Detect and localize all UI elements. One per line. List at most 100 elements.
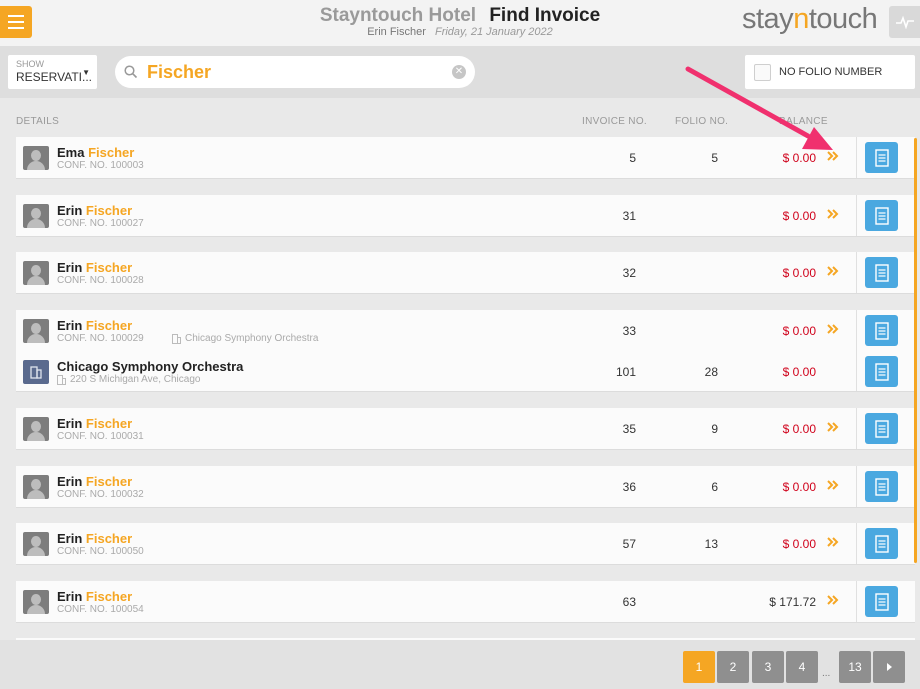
invoice-number: 63 [622, 595, 636, 609]
guest-name: Erin Fischer [57, 416, 133, 431]
invoice-row[interactable]: Erin Fischer CONF. NO. 100031 35 9 $ 0.0… [16, 408, 915, 450]
invoice-row[interactable]: Ema Fischer CONF. NO. 100003 5 5 $ 0.00 [16, 137, 915, 179]
column-header-details: DETAILS [16, 116, 60, 127]
folio-number: 6 [711, 480, 718, 494]
no-folio-checkbox[interactable] [754, 64, 771, 81]
app-header: Stayntouch Hotel Find Invoice Erin Fisch… [0, 0, 920, 46]
column-header-balance: BALANCE [779, 116, 828, 127]
invoice-list: Ema Fischer CONF. NO. 100003 5 5 $ 0.00 … [0, 130, 920, 640]
confirmation-number: CONF. NO. 100028 [57, 275, 144, 286]
invoice-icon [874, 419, 889, 438]
invoice-button[interactable] [865, 356, 898, 387]
invoice-row-group: Erin Fischer CONF. NO. 100029 Chicago Sy… [16, 310, 915, 392]
invoice-number: 101 [615, 365, 636, 379]
invoice-button[interactable] [865, 142, 898, 173]
double-chevron-right-icon[interactable] [826, 592, 840, 608]
invoice-button[interactable] [865, 586, 898, 617]
confirmation-number: CONF. NO. 100050 [57, 546, 144, 557]
guest-name: Erin Fischer [57, 260, 133, 275]
page-button-3[interactable]: 3 [752, 651, 784, 683]
building-icon [172, 333, 181, 344]
folio-number: 5 [711, 151, 718, 165]
company-invoice-row[interactable]: Chicago Symphony Orchestra 220 S Michiga… [16, 351, 915, 392]
invoice-number: 31 [622, 209, 636, 223]
confirmation-number: CONF. NO. 100032 [57, 489, 144, 500]
column-header-invoice: INVOICE NO. [582, 116, 647, 127]
folio-number: 28 [704, 365, 718, 379]
folio-number: 13 [704, 537, 718, 551]
guest-avatar-icon [23, 590, 49, 614]
double-chevron-right-icon[interactable] [826, 321, 840, 337]
confirmation-number: CONF. NO. 100003 [57, 160, 144, 171]
guest-avatar-icon [23, 261, 49, 285]
folio-number: 9 [711, 422, 718, 436]
linked-company: Chicago Symphony Orchestra [172, 333, 318, 344]
hotel-name: Stayntouch Hotel [319, 5, 477, 26]
invoice-number: 35 [622, 422, 636, 436]
search-input[interactable] [147, 59, 447, 85]
double-chevron-right-icon[interactable] [826, 148, 840, 164]
invoice-icon [874, 206, 889, 225]
invoice-icon [874, 263, 889, 282]
page-button-1[interactable]: 1 [683, 651, 715, 683]
invoice-row[interactable]: Erin Fischer CONF. NO. 100028 32 $ 0.00 [16, 252, 915, 294]
invoice-icon [874, 321, 889, 340]
user-name: Erin Fischer [367, 26, 426, 38]
invoice-icon [874, 148, 889, 167]
balance: $ 0.00 [782, 537, 816, 551]
balance: $ 0.00 [782, 324, 816, 338]
invoice-row[interactable]: Erin Fischer CONF. NO. 100027 31 $ 0.00 [16, 195, 915, 237]
balance: $ 0.00 [782, 209, 816, 223]
show-filter-select[interactable]: SHOW RESERVATI... ▼ [8, 55, 97, 89]
guest-name: Erin Fischer [57, 589, 133, 604]
company-address: 220 S Michigan Ave, Chicago [57, 374, 200, 385]
pagination-ellipsis: ... [822, 668, 831, 679]
scroll-indicator[interactable] [914, 138, 917, 563]
invoice-button[interactable] [865, 257, 898, 288]
guest-avatar-icon [23, 204, 49, 228]
filter-bar: SHOW RESERVATI... ▼ ✕ NO FOLIO NUMBER [0, 46, 920, 98]
clear-icon[interactable]: ✕ [452, 65, 466, 79]
double-chevron-right-icon[interactable] [826, 477, 840, 493]
guest-avatar-icon [23, 475, 49, 499]
next-page-button[interactable] [873, 651, 905, 683]
search-icon [124, 65, 138, 79]
invoice-button[interactable] [865, 315, 898, 346]
company-name: Chicago Symphony Orchestra [57, 359, 244, 374]
pagination: 1 2 3 4 ... 13 [0, 640, 920, 689]
double-chevron-right-icon[interactable] [826, 419, 840, 435]
building-icon [57, 374, 66, 385]
invoice-row[interactable]: Erin Fischer CONF. NO. 100029 Chicago Sy… [16, 310, 915, 351]
invoice-icon [874, 534, 889, 553]
activity-button[interactable] [889, 6, 920, 38]
guest-name: Erin Fischer [57, 318, 133, 333]
double-chevron-right-icon[interactable] [826, 534, 840, 550]
balance: $ 0.00 [782, 365, 816, 379]
guest-avatar-icon [23, 146, 49, 170]
invoice-button[interactable] [865, 471, 898, 502]
logo: stayntouch [742, 3, 878, 35]
invoice-icon [874, 592, 889, 611]
balance: $ 0.00 [782, 480, 816, 494]
invoice-row[interactable]: Erin Fischer CONF. NO. 100054 63 $ 171.7… [16, 581, 915, 623]
invoice-row[interactable]: Erin Fischer CONF. NO. 100032 36 6 $ 0.0… [16, 466, 915, 508]
invoice-button[interactable] [865, 200, 898, 231]
page-button-2[interactable]: 2 [717, 651, 749, 683]
double-chevron-right-icon[interactable] [826, 206, 840, 222]
invoice-button[interactable] [865, 413, 898, 444]
confirmation-number: CONF. NO. 100054 [57, 604, 144, 615]
invoice-row[interactable]: Erin Fischer CONF. NO. 100050 57 13 $ 0.… [16, 523, 915, 565]
double-chevron-right-icon[interactable] [826, 263, 840, 279]
invoice-button[interactable] [865, 528, 898, 559]
balance: $ 171.72 [769, 595, 816, 609]
caret-right-icon [887, 663, 892, 671]
no-folio-filter[interactable]: NO FOLIO NUMBER [745, 55, 915, 89]
guest-avatar-icon [23, 532, 49, 556]
invoice-number: 32 [622, 266, 636, 280]
search-box: ✕ [115, 56, 475, 88]
invoice-number: 57 [622, 537, 636, 551]
page-button-4[interactable]: 4 [786, 651, 818, 683]
page-button-last[interactable]: 13 [839, 651, 871, 683]
caret-down-icon: ▼ [82, 68, 90, 77]
confirmation-number: CONF. NO. 100031 [57, 431, 144, 442]
